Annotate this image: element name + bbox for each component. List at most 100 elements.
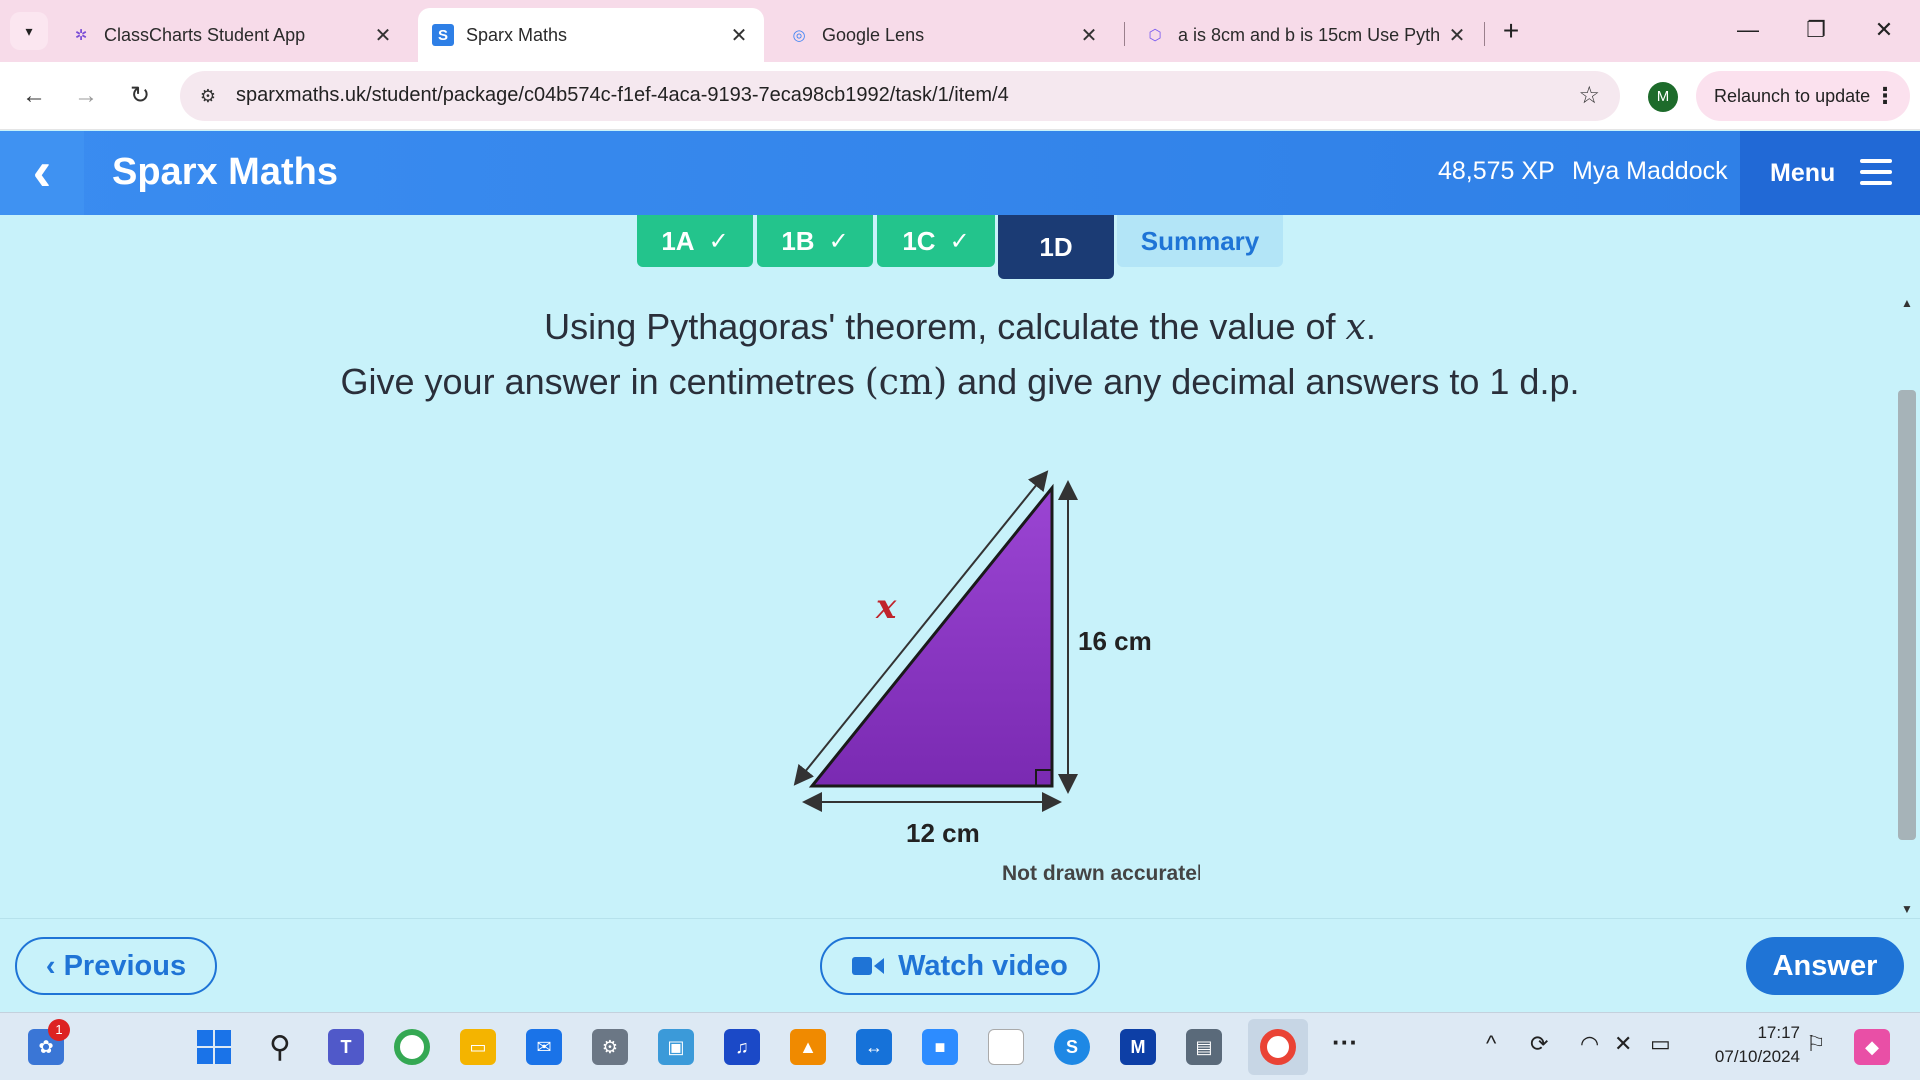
relaunch-to-update-button[interactable]: Relaunch to update ⋮: [1696, 71, 1910, 121]
url-text[interactable]: sparxmaths.uk/student/package/c04b574c-f…: [236, 84, 1009, 107]
audio-app-icon[interactable]: ♫: [724, 1029, 760, 1065]
task-tab-1d[interactable]: 1D: [998, 215, 1114, 279]
tab-pythagoras-search[interactable]: ⬡ a is 8cm and b is 15cm Use Pyth ✕: [1130, 8, 1482, 62]
checkmark-icon: ✓: [828, 227, 849, 255]
chrome-icon[interactable]: [394, 1029, 430, 1065]
skype-icon[interactable]: S: [1054, 1029, 1090, 1065]
close-icon[interactable]: ✕: [1078, 23, 1100, 48]
chrome-active-icon[interactable]: [1248, 1019, 1308, 1075]
browser-tab-strip: ▾ ✲ ClassCharts Student App ✕ S Sparx Ma…: [0, 0, 1920, 62]
task-tab-1a[interactable]: 1A ✓: [637, 215, 753, 267]
menu-button[interactable]: Menu: [1740, 131, 1920, 215]
tab-title: Sparx Maths: [466, 24, 568, 45]
right-triangle: [808, 483, 1054, 788]
user-name: Mya Maddock: [1572, 157, 1728, 185]
vlc-icon[interactable]: ▲: [790, 1029, 826, 1065]
file-explorer-icon[interactable]: ▭: [460, 1029, 496, 1065]
more-apps-icon[interactable]: ···: [1332, 1027, 1358, 1058]
back-arrow-icon[interactable]: ←: [14, 76, 54, 116]
back-chevron-icon[interactable]: ‹: [0, 131, 84, 215]
answer-button[interactable]: Answer: [1746, 937, 1904, 995]
window-close-icon[interactable]: ✕: [1854, 10, 1914, 50]
menu-label: Menu: [1770, 159, 1836, 187]
task-tab-1c[interactable]: 1C ✓: [877, 215, 995, 267]
task-tab-label: 1C: [902, 225, 936, 256]
photos-icon[interactable]: ▣: [658, 1029, 694, 1065]
relaunch-label: Relaunch to update: [1714, 86, 1871, 106]
more-menu-icon[interactable]: ⋮: [1874, 71, 1896, 121]
scrollbar-thumb[interactable]: [1898, 390, 1916, 840]
site-settings-icon[interactable]: ⚙: [194, 82, 222, 110]
minimize-icon[interactable]: —: [1718, 10, 1778, 50]
bottom-action-bar: ‹ Previous Watch video Answer: [0, 918, 1920, 1012]
screen-tool-icon[interactable]: ▤: [1186, 1029, 1222, 1065]
previous-label: Previous: [63, 949, 187, 982]
sparx-header: ‹ Sparx Maths 48,575 XP Mya Maddock Menu: [0, 131, 1920, 215]
tab-search-dropdown-icon[interactable]: ▾: [10, 12, 48, 50]
new-tab-icon[interactable]: +: [1494, 14, 1528, 48]
zoom-icon[interactable]: ■: [922, 1029, 958, 1065]
answer-label: Answer: [1772, 949, 1878, 982]
question-text: Using Pythagoras' theorem, calculate the…: [0, 300, 1920, 410]
search-icon[interactable]: ⚲: [262, 1029, 298, 1065]
triangle-diagram: x 16 cm 12 cm Not drawn accurately: [793, 470, 1200, 885]
math-unit: (cm): [864, 362, 948, 403]
task-tab-label: 1D: [1039, 231, 1073, 262]
tab-google-lens[interactable]: ◎ Google Lens ✕: [774, 8, 1114, 62]
clock-date: 07/10/2024: [1714, 1047, 1800, 1066]
xp-count: 48,575 XP: [1438, 157, 1555, 185]
watch-video-button[interactable]: Watch video: [820, 937, 1100, 995]
reload-icon[interactable]: ↻: [120, 76, 160, 116]
windows-taskbar: ✿ 1 ⚲ T ▭ ✉ ⚙ ▣ ♫ ▲ ↔ ■ S M ▤ ··· ^ ⟳ ◠ …: [0, 1012, 1920, 1080]
copilot-icon[interactable]: ◆: [1854, 1029, 1890, 1065]
malwarebytes-icon[interactable]: M: [1120, 1029, 1156, 1065]
math-variable: x: [1345, 307, 1366, 348]
teamviewer-icon[interactable]: ↔: [856, 1029, 892, 1065]
forward-arrow-icon[interactable]: →: [66, 76, 106, 116]
address-bar[interactable]: ⚙ sparxmaths.uk/student/package/c04b574c…: [180, 71, 1620, 121]
chevron-left-icon: ‹: [45, 949, 56, 982]
question-line-2: Give your answer in centimetres (cm) and…: [0, 355, 1920, 410]
close-icon[interactable]: ✕: [372, 23, 394, 48]
checkmark-icon: ✓: [708, 227, 729, 255]
muted-speaker-icon[interactable]: ✕: [1614, 1031, 1632, 1057]
scroll-down-icon[interactable]: ▼: [1894, 902, 1920, 916]
document-icon[interactable]: [988, 1029, 1024, 1065]
lens-icon: ◎: [792, 27, 806, 44]
settings-gear-icon[interactable]: ⚙: [592, 1029, 628, 1065]
browser-toolbar: ← → ↻ ⚙ sparxmaths.uk/student/package/c0…: [0, 62, 1920, 130]
question-line-1: Using Pythagoras' theorem, calculate the…: [0, 300, 1920, 355]
question-text-part: and give any decimal answers to 1 d.p.: [947, 361, 1580, 402]
tab-sparx-maths[interactable]: S Sparx Maths ✕: [418, 8, 764, 62]
system-clock[interactable]: 17:17 07/10/2024: [1690, 1021, 1800, 1069]
restore-icon[interactable]: ❐: [1786, 10, 1846, 50]
video-camera-icon: [852, 957, 885, 975]
close-icon[interactable]: ✕: [728, 23, 750, 48]
battery-icon[interactable]: ▭: [1650, 1031, 1671, 1057]
previous-button[interactable]: ‹ Previous: [15, 937, 217, 995]
teams-icon[interactable]: T: [328, 1029, 364, 1065]
watch-video-label: Watch video: [898, 949, 1068, 982]
scroll-up-icon[interactable]: ▲: [1894, 296, 1920, 310]
bookmark-star-icon[interactable]: ☆: [1578, 81, 1600, 110]
cube-icon: ⬡: [1148, 27, 1162, 44]
task-tab-summary[interactable]: Summary: [1117, 215, 1283, 267]
close-icon[interactable]: ✕: [1446, 23, 1468, 48]
question-text-part: Using Pythagoras' theorem, calculate the…: [544, 306, 1346, 347]
hamburger-icon: [1860, 159, 1892, 185]
wifi-icon[interactable]: ◠: [1580, 1031, 1599, 1057]
question-text-part: .: [1365, 306, 1376, 347]
task-tab-1b[interactable]: 1B ✓: [757, 215, 873, 267]
tab-separator: [1124, 22, 1125, 46]
clock-time: 17:17: [1757, 1023, 1800, 1042]
notifications-icon[interactable]: ⚐: [1806, 1031, 1826, 1057]
hypotenuse-label: x: [875, 587, 897, 627]
show-hidden-icons-icon[interactable]: ^: [1486, 1031, 1496, 1057]
profile-avatar[interactable]: M: [1648, 82, 1678, 112]
tab-separator: [1484, 22, 1485, 46]
content-scrollbar[interactable]: ▲ ▼: [1894, 294, 1920, 918]
mail-icon[interactable]: ✉: [526, 1029, 562, 1065]
tab-classcharts[interactable]: ✲ ClassCharts Student App ✕: [56, 8, 408, 62]
sync-icon[interactable]: ⟳: [1530, 1031, 1548, 1057]
windows-start-icon[interactable]: [196, 1029, 232, 1065]
